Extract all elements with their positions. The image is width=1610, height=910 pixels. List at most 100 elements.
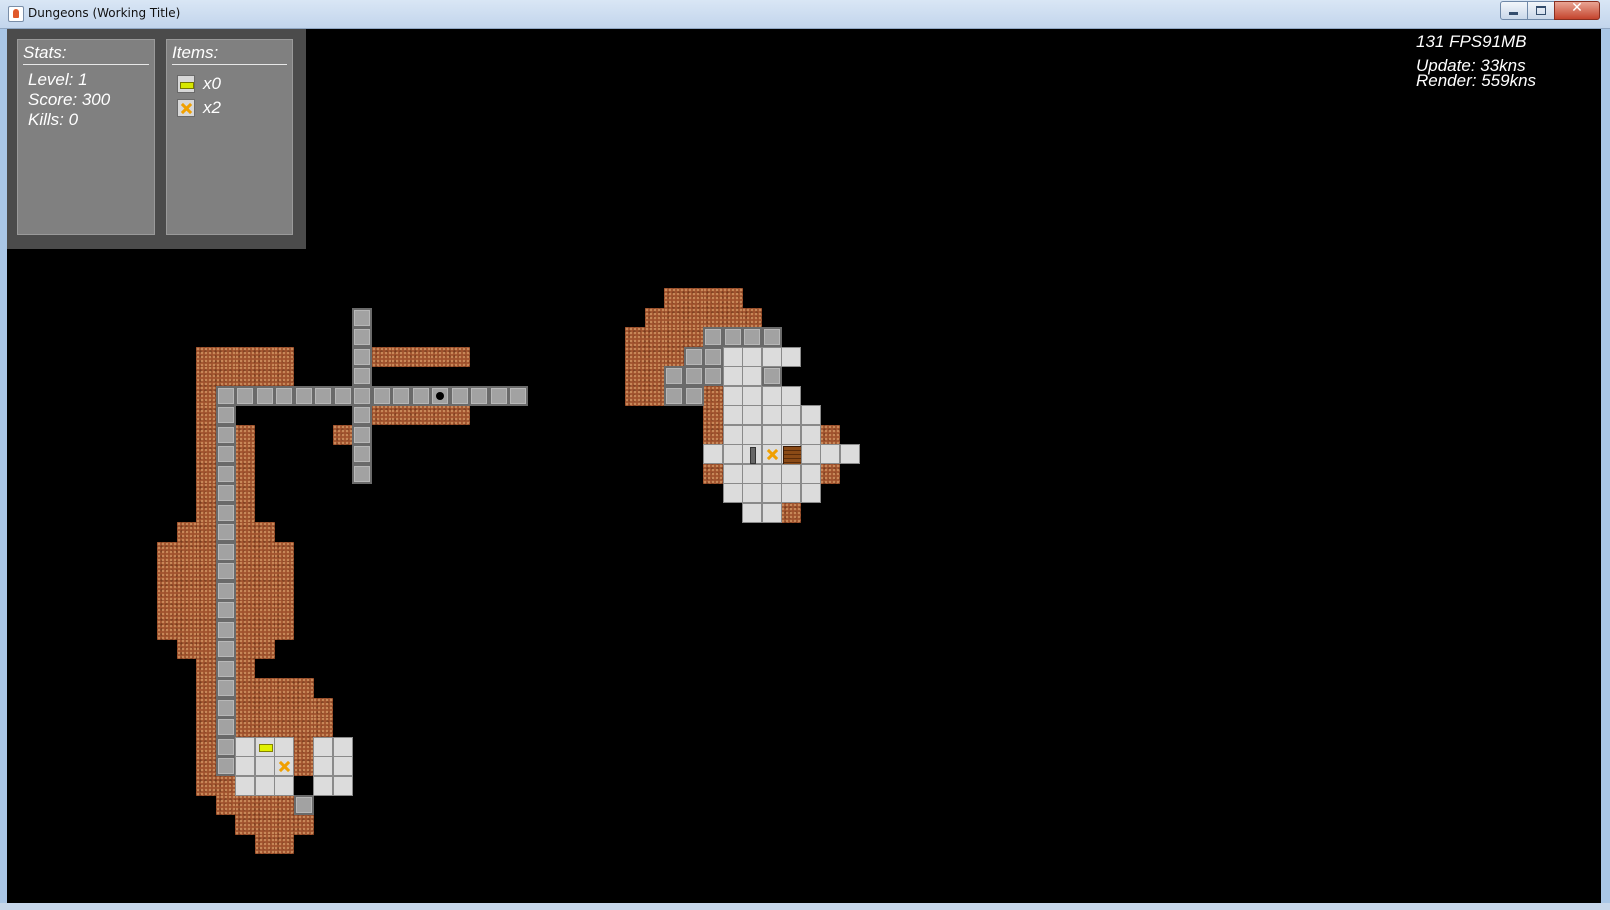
window-title: Dungeons (Working Title): [28, 6, 181, 20]
dirt-tile: [235, 581, 255, 601]
dirt-tile: [177, 522, 197, 542]
path-tile: [352, 327, 372, 347]
floor-tile: [781, 425, 801, 445]
dirt-tile: [274, 815, 294, 835]
window-titlebar[interactable]: Dungeons (Working Title) ✕: [0, 0, 1610, 29]
path-tile: [352, 405, 372, 425]
path-tile: [742, 327, 762, 347]
dirt-tile: [235, 795, 255, 815]
floor-tile: [703, 444, 723, 464]
floor-tile: [313, 776, 333, 796]
dirt-tile: [235, 620, 255, 640]
dirt-tile: [274, 717, 294, 737]
floor-tile: [762, 405, 782, 425]
dirt-tile: [664, 327, 684, 347]
floor-tile: [762, 444, 782, 464]
floor-tile: [781, 405, 801, 425]
dirt-tile: [235, 444, 255, 464]
floor-tile: [274, 756, 294, 776]
path-tile: [216, 717, 236, 737]
minimize-button[interactable]: [1500, 1, 1528, 20]
dirt-tile: [196, 717, 216, 737]
dirt-tile: [450, 347, 470, 367]
floor-tile: [723, 444, 743, 464]
dirt-tile: [372, 405, 392, 425]
fps-readout: 131 FPS91MB: [1416, 32, 1527, 51]
path-tile: [216, 503, 236, 523]
dirt-tile: [313, 717, 333, 737]
floor-tile: [781, 386, 801, 406]
floor-tile: [781, 444, 802, 465]
dirt-tile: [333, 425, 353, 445]
game-viewport[interactable]: Stats: Level: 1 Score: 300 Kills: 0 Item…: [7, 29, 1601, 903]
dirt-tile: [274, 795, 294, 815]
path-tile: [762, 366, 782, 386]
dirt-tile: [196, 561, 216, 581]
dirt-tile: [235, 659, 255, 679]
path-tile: [333, 386, 353, 406]
path-tile: [313, 386, 333, 406]
cross-count: x2: [203, 98, 221, 117]
dirt-tile: [684, 327, 704, 347]
dirt-tile: [196, 405, 216, 425]
dirt-tile: [255, 347, 275, 367]
path-tile: [216, 600, 236, 620]
path-tile: [274, 386, 294, 406]
maximize-button[interactable]: [1527, 1, 1555, 20]
dirt-tile: [430, 347, 450, 367]
dirt-tile: [196, 698, 216, 718]
path-tile: [216, 620, 236, 640]
dirt-tile: [703, 386, 723, 406]
floor-tile: [801, 405, 821, 425]
dirt-tile: [274, 620, 294, 640]
dirt-tile: [294, 698, 314, 718]
floor-tile: [723, 464, 743, 484]
dirt-tile: [235, 503, 255, 523]
dirt-tile: [372, 347, 392, 367]
path-tile: [469, 386, 489, 406]
dirt-tile: [703, 405, 723, 425]
path-tile: [216, 483, 236, 503]
dirt-tile: [196, 464, 216, 484]
dirt-tile: [625, 386, 645, 406]
path-tile: [294, 795, 314, 815]
close-button[interactable]: ✕: [1554, 0, 1600, 20]
path-tile: [508, 386, 528, 406]
path-tile: [450, 386, 470, 406]
path-tile: [664, 366, 684, 386]
path-tile: [762, 327, 782, 347]
dirt-tile: [157, 561, 177, 581]
path-tile: [352, 444, 372, 464]
dirt-tile: [274, 366, 294, 386]
dirt-tile: [274, 581, 294, 601]
dirt-tile: [196, 639, 216, 659]
floor-tile: [742, 483, 762, 503]
dirt-tile: [196, 659, 216, 679]
dirt-tile: [411, 347, 431, 367]
dirt-tile: [216, 776, 236, 796]
score-stat: Score: 300: [28, 90, 111, 109]
lever-icon: [750, 447, 756, 464]
cross-item-icon: [275, 757, 295, 777]
dirt-tile: [196, 581, 216, 601]
dirt-tile: [255, 600, 275, 620]
dirt-tile: [196, 522, 216, 542]
dirt-tile: [235, 717, 255, 737]
dirt-tile: [255, 717, 275, 737]
path-tile: [216, 659, 236, 679]
dirt-tile: [294, 678, 314, 698]
path-tile: [684, 386, 704, 406]
floor-tile: [742, 444, 762, 464]
dirt-tile: [196, 776, 216, 796]
path-tile: [216, 737, 236, 757]
dirt-tile: [157, 581, 177, 601]
path-tile: [352, 366, 372, 386]
path-tile: [723, 327, 743, 347]
path-tile: [684, 366, 704, 386]
items-divider: [172, 64, 287, 65]
path-tile: [216, 522, 236, 542]
dirt-tile: [177, 620, 197, 640]
dirt-tile: [255, 698, 275, 718]
path-tile: [489, 386, 509, 406]
dirt-tile: [157, 620, 177, 640]
